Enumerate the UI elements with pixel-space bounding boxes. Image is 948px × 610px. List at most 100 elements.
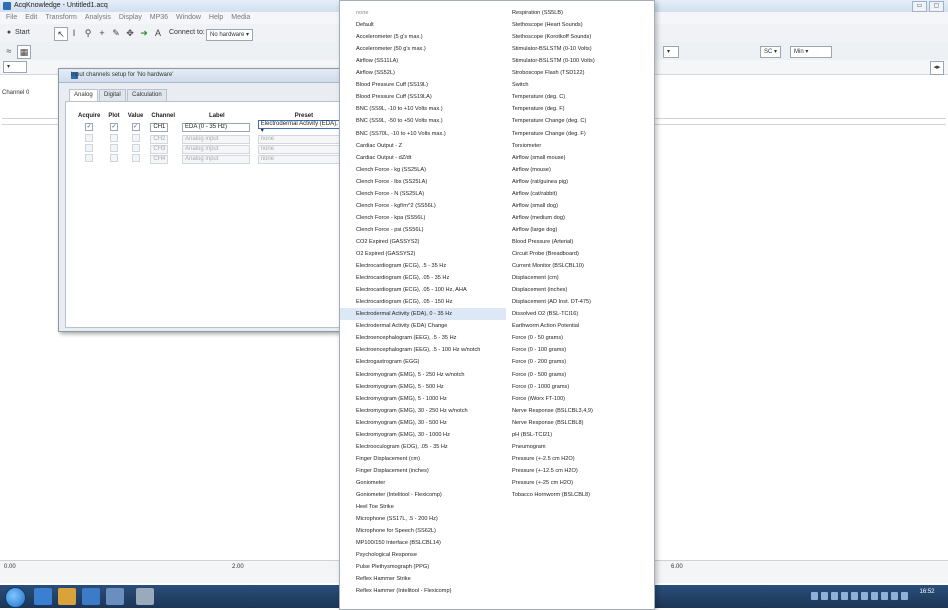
preset-menu-item[interactable]: Clench Force - kgf/m^2 (SS56L) xyxy=(356,200,436,212)
preset-menu-item[interactable]: Clench Force - N (SS25LA) xyxy=(356,188,424,200)
menu-display[interactable]: Display xyxy=(119,12,142,24)
menu-edit[interactable]: Edit xyxy=(25,12,37,24)
value-checkbox[interactable] xyxy=(131,154,140,162)
tray-icon[interactable] xyxy=(901,592,908,600)
zoom-tool-icon[interactable]: ⚲ xyxy=(82,27,94,39)
tray-icon[interactable] xyxy=(841,592,848,600)
preset-menu-item[interactable]: Microphone for Speech (SS62L) xyxy=(356,525,436,537)
preset-menu-item[interactable]: Airflow (small mouse) xyxy=(512,152,565,164)
preset-menu-item[interactable]: Force (iWorx FT-100) xyxy=(512,393,565,405)
media-icon[interactable] xyxy=(82,588,100,605)
preset-menu-item[interactable]: Earthworm Action Potential xyxy=(512,320,579,332)
preset-menu-item[interactable]: Temperature Change (deg. C) xyxy=(512,115,586,127)
preset-menu-item[interactable]: Stethoscope (Korotkoff Sounds) xyxy=(512,31,591,43)
preset-menu-item[interactable]: MP100/150 Interface (BSLCBL14) xyxy=(356,537,441,549)
sc-select[interactable]: SC ▾ xyxy=(760,46,782,58)
menu-window[interactable]: Window xyxy=(176,12,201,24)
plot-checkbox[interactable] xyxy=(110,144,119,152)
plot-checkbox[interactable] xyxy=(110,154,119,162)
preset-menu-item[interactable]: Goniometer xyxy=(356,477,385,489)
preset-menu-item[interactable]: Dissolved O2 (BSL-TCI16) xyxy=(512,308,578,320)
preset-menu-item[interactable]: Stimulator-BSLSTM (0-10 Volts) xyxy=(512,43,592,55)
preset-menu-item[interactable]: Clench Force - lbs (SS25LA) xyxy=(356,176,427,188)
preset-menu-item[interactable]: Finger Displacement (cm) xyxy=(356,453,420,465)
plot-checkbox[interactable]: ✓ xyxy=(110,123,119,131)
menu-media[interactable]: Media xyxy=(231,12,250,24)
value-checkbox[interactable] xyxy=(131,144,140,152)
preset-menu-item[interactable]: Electromyogram (EMG), 30 - 500 Hz xyxy=(356,417,447,429)
preset-menu-item[interactable]: Displacement (inches) xyxy=(512,284,567,296)
preset-menu-item[interactable]: Electromyogram (EMG), 5 - 500 Hz xyxy=(356,381,444,393)
preset-menu-item[interactable]: BNC (SS9L, -10 to +10 Volts max.) xyxy=(356,103,443,115)
tray-icon[interactable] xyxy=(881,592,888,600)
menu-mp36[interactable]: MP36 xyxy=(150,12,168,24)
preset-select[interactable]: none xyxy=(257,144,344,154)
preset-menu-item[interactable]: Displacement (AD Inst. DT-475) xyxy=(512,296,591,308)
minimize-icon[interactable]: ▭ xyxy=(912,1,927,12)
preset-menu-item[interactable]: Accelerometer (50 g's max.) xyxy=(356,43,426,55)
preset-menu-item[interactable]: Pressure (+-12.5 cm H2O) xyxy=(512,465,578,477)
preset-menu-item[interactable]: Airflow (SS52L) xyxy=(356,67,395,79)
preset-menu-item[interactable]: Nerve Response (BSLCBL3,4,9) xyxy=(512,405,593,417)
preset-menu-item[interactable]: Force (0 - 200 grams) xyxy=(512,356,566,368)
menu-help[interactable]: Help xyxy=(209,12,223,24)
preset-select[interactable]: Electrodermal Activity (EDA), ▾ xyxy=(257,120,344,134)
preset-menu-item[interactable]: Stimulator-BSLSTM (0-100 Volts) xyxy=(512,55,595,67)
preset-select[interactable]: none xyxy=(257,134,344,144)
preset-menu-item[interactable]: Tobacco Hornworm (BSLCBL8) xyxy=(512,489,590,501)
acquire-checkbox[interactable] xyxy=(85,134,94,142)
preset-menu-item[interactable]: Force (0 - 100 grams) xyxy=(512,344,566,356)
arrow-right-icon[interactable]: ➜ xyxy=(138,27,150,39)
preset-menu-item[interactable]: Electrodermal Activity (EDA), 0 - 35 Hz xyxy=(340,308,506,321)
preset-menu-item[interactable]: Cardiac Output - Z xyxy=(356,140,402,152)
tray-icon[interactable] xyxy=(861,592,868,600)
preset-menu-item[interactable]: O2 Expired (GASSYS2) xyxy=(356,248,415,260)
dialog-title-bar[interactable]: Input channels setup for 'No hardware' xyxy=(59,69,363,83)
preset-menu-item[interactable]: Airflow (cat/rabbit) xyxy=(512,188,557,200)
preset-menu-item[interactable]: Electromyogram (EMG), 5 - 250 Hz w/notch xyxy=(356,369,465,381)
acqknowledge-taskbar-icon[interactable] xyxy=(136,588,154,605)
preset-menu-item[interactable]: Blood Pressure Cuff (SS19LA) xyxy=(356,91,432,103)
preset-menu-item[interactable]: Stroboscope Flash (TSD122) xyxy=(512,67,584,79)
preset-menu-item[interactable]: Force (0 - 50 grams) xyxy=(512,332,563,344)
preset-menu-item[interactable]: Airflow (medium dog) xyxy=(512,212,565,224)
preset-menu-item[interactable]: Current Monitor (BSLCBL10) xyxy=(512,260,584,272)
preset-menu-item[interactable]: Airflow (small dog) xyxy=(512,200,558,212)
preset-menu-item[interactable]: Electrocardiogram (ECG), .05 - 150 Hz xyxy=(356,296,452,308)
preset-menu-item[interactable]: Heel Toe Strike xyxy=(356,501,394,513)
value-checkbox[interactable] xyxy=(131,134,140,142)
preset-menu-item[interactable]: Pulse Plethysmograph (PPG) xyxy=(356,561,429,573)
preset-menu-item[interactable]: Displacement (cm) xyxy=(512,272,559,284)
preset-menu-item[interactable]: Circuit Probe (Breadboard) xyxy=(512,248,579,260)
preset-menu-item[interactable]: Temperature (deg. C) xyxy=(512,91,565,103)
preset-menu-item[interactable]: Electromyogram (EMG), 5 - 1000 Hz xyxy=(356,393,447,405)
menu-transform[interactable]: Transform xyxy=(45,12,77,24)
crosshair-tool-icon[interactable]: + xyxy=(96,27,108,39)
preset-select[interactable]: none xyxy=(257,154,344,164)
preset-menu-item[interactable]: Airflow (mouse) xyxy=(512,164,551,176)
acquire-checkbox[interactable]: ✓ xyxy=(85,123,94,131)
tray-icon[interactable] xyxy=(831,592,838,600)
cursor-tool-icon[interactable]: ✥ xyxy=(124,27,136,39)
label-field[interactable]: Analog input xyxy=(182,134,251,144)
app-taskbar-icon[interactable] xyxy=(106,588,124,605)
preset-menu-item[interactable]: Switch xyxy=(512,79,528,91)
pencil-tool-icon[interactable]: ✎ xyxy=(110,27,122,39)
preset-menu-item[interactable]: Reflex Hammer Strike xyxy=(356,573,411,585)
preset-menu-item[interactable]: pH (BSL-TCI21) xyxy=(512,429,552,441)
ibeam-tool-icon[interactable]: I xyxy=(68,27,80,39)
tray-icon[interactable] xyxy=(811,592,818,600)
preset-menu-item[interactable]: Clench Force - kpa (SS56L) xyxy=(356,212,425,224)
preset-menu-item[interactable]: Pressure (+-2.5 cm H2O) xyxy=(512,453,575,465)
preset-menu-item[interactable]: BNC (SS70L, -10 to +10 Volts max.) xyxy=(356,128,446,140)
preset-menu-item[interactable]: Electrogastrogram (EGG) xyxy=(356,356,419,368)
preset-menu-item[interactable]: Electrocardiogram (ECG), .05 - 100 Hz, A… xyxy=(356,284,467,296)
channel-sc-select[interactable]: ▾ xyxy=(3,61,27,73)
menu-analysis[interactable]: Analysis xyxy=(85,12,111,24)
selection-tool-icon[interactable]: ↖ xyxy=(54,27,68,41)
min-select[interactable]: Min ▾ xyxy=(790,46,832,58)
record-icon[interactable]: ● xyxy=(3,27,15,39)
marker-tool-icon[interactable]: A xyxy=(152,27,164,39)
preset-menu-item[interactable]: Force (0 - 1000 grams) xyxy=(512,381,569,393)
tray-icon[interactable] xyxy=(891,592,898,600)
